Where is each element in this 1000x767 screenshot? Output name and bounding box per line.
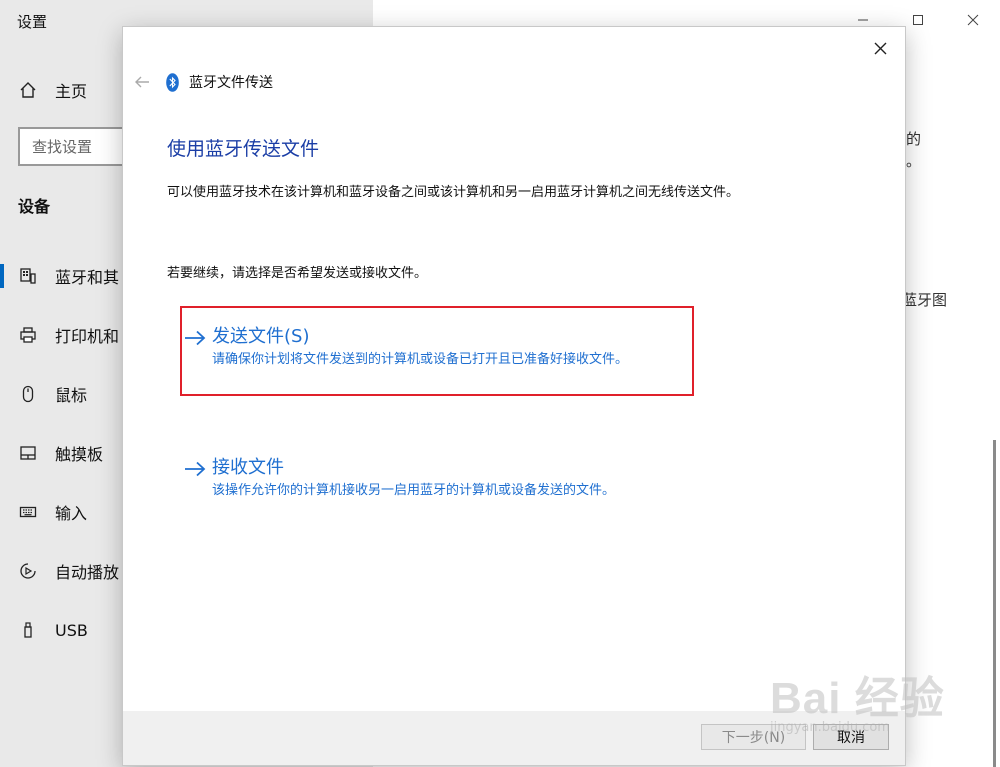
sidebar-item-label: 打印机和 bbox=[55, 327, 120, 346]
home-icon bbox=[17, 79, 39, 101]
dialog-instruction: 若要继续，请选择是否希望发送或接收文件。 bbox=[167, 266, 428, 281]
back-button[interactable] bbox=[131, 72, 153, 92]
autoplay-icon bbox=[17, 560, 39, 582]
close-window-button[interactable] bbox=[945, 8, 1000, 32]
usb-icon bbox=[17, 619, 39, 641]
dialog-title: 蓝牙文件传送 bbox=[189, 75, 273, 91]
sidebar-item-label: 触摸板 bbox=[55, 445, 104, 464]
home-nav-item[interactable]: 主页 bbox=[17, 78, 87, 102]
background-text: 。 bbox=[906, 152, 922, 170]
sidebar-item-label: 鼠标 bbox=[55, 386, 88, 405]
send-files-title: 发送文件(S) bbox=[212, 326, 310, 347]
touchpad-icon bbox=[17, 442, 39, 464]
back-arrow-icon bbox=[135, 76, 149, 88]
receive-files-title: 接收文件 bbox=[212, 457, 284, 478]
dialog-heading: 使用蓝牙传送文件 bbox=[167, 138, 320, 160]
settings-title: 设置 bbox=[17, 13, 48, 31]
bluetooth-devices-icon bbox=[17, 265, 39, 287]
dialog-close-button[interactable] bbox=[867, 35, 893, 61]
receive-files-option[interactable]: 接收文件 该操作允许你的计算机接收另一启用蓝牙的计算机或设备发送的文件。 bbox=[182, 455, 615, 500]
receive-files-subtitle: 该操作允许你的计算机接收另一启用蓝牙的计算机或设备发送的文件。 bbox=[212, 483, 616, 498]
watermark-subtext: jingyan.baidu.com bbox=[770, 720, 890, 735]
background-text: 的 bbox=[906, 130, 922, 148]
sidebar-item-label: USB bbox=[55, 620, 88, 640]
background-text: 蓝牙图 bbox=[902, 291, 948, 309]
printer-icon bbox=[17, 324, 39, 346]
scrollbar[interactable] bbox=[993, 440, 996, 767]
dialog-description: 可以使用蓝牙技术在该计算机和蓝牙设备之间或该计算机和另一启用蓝牙计算机之间无线传… bbox=[167, 185, 740, 200]
arrow-right-icon bbox=[182, 325, 208, 351]
mouse-icon bbox=[17, 383, 39, 405]
watermark-text: Bai 经验 bbox=[770, 674, 945, 723]
dialog-header: 蓝牙文件传送 bbox=[131, 72, 273, 92]
send-files-subtitle: 请确保你计划将文件发送到的计算机或设备已打开且已准备好接收文件。 bbox=[212, 352, 629, 367]
send-files-option[interactable]: 发送文件(S) 请确保你计划将文件发送到的计算机或设备已打开且已准备好接收文件。 bbox=[182, 324, 628, 369]
baidu-watermark: Bai 经验 jingyan.baidu.com bbox=[770, 650, 990, 745]
bluetooth-icon bbox=[165, 72, 179, 92]
home-label: 主页 bbox=[55, 82, 88, 101]
sidebar-item-label: 蓝牙和其 bbox=[55, 268, 120, 287]
close-icon bbox=[874, 42, 886, 54]
arrow-right-icon bbox=[182, 456, 208, 482]
keyboard-icon bbox=[17, 501, 39, 523]
sidebar-item-label: 自动播放 bbox=[55, 563, 120, 582]
sidebar-item-label: 输入 bbox=[55, 504, 88, 523]
section-title: 设备 bbox=[18, 197, 51, 216]
